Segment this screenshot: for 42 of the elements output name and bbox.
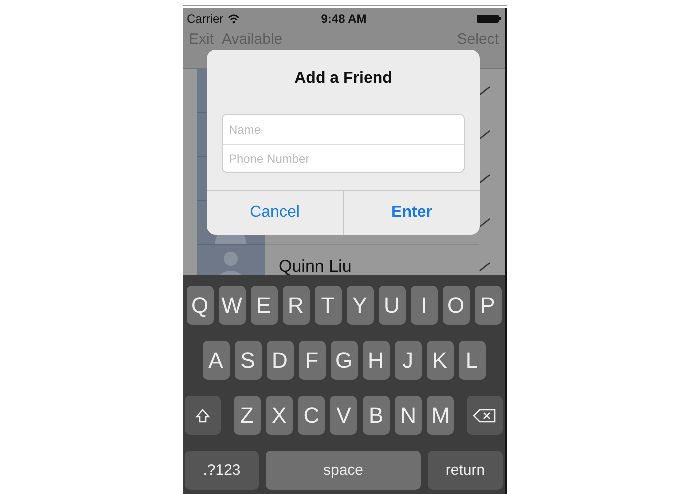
keyboard-key[interactable]: Y: [346, 286, 374, 325]
keyboard-key[interactable]: Z: [234, 396, 261, 435]
space-key[interactable]: space: [266, 451, 421, 490]
delete-key[interactable]: [466, 396, 503, 435]
cancel-button[interactable]: Cancel: [207, 191, 343, 235]
wifi-icon: [228, 14, 240, 24]
keyboard-key[interactable]: H: [362, 341, 390, 380]
keyboard-key[interactable]: F: [298, 341, 326, 380]
status-time: 9:48 AM: [321, 12, 367, 26]
shift-icon: [195, 408, 211, 424]
mode-key[interactable]: .?123: [185, 451, 259, 490]
backspace-icon: [472, 408, 497, 424]
enter-button[interactable]: Enter: [343, 191, 480, 235]
keyboard-key[interactable]: L: [458, 341, 486, 380]
keyboard-key[interactable]: W: [218, 286, 246, 325]
keyboard-key[interactable]: P: [474, 286, 502, 325]
shift-key[interactable]: [185, 396, 221, 435]
keyboard-key[interactable]: M: [427, 396, 454, 435]
keyboard-key[interactable]: G: [330, 341, 358, 380]
keyboard-key[interactable]: T: [314, 286, 342, 325]
dialog-title: Add a Friend: [294, 70, 392, 88]
keyboard-key[interactable]: I: [410, 286, 438, 325]
keyboard-key[interactable]: C: [298, 396, 326, 435]
input-field[interactable]: Name: [222, 114, 465, 144]
keyboard-key[interactable]: X: [266, 396, 293, 435]
return-key[interactable]: return: [428, 451, 503, 490]
keyboard-key[interactable]: V: [330, 396, 358, 435]
keyboard-key[interactable]: B: [362, 396, 390, 435]
keyboard-key[interactable]: E: [250, 286, 278, 325]
battery-icon: [477, 14, 502, 23]
keyboard-key[interactable]: Q: [186, 286, 214, 325]
keyboard-key[interactable]: J: [394, 341, 422, 380]
keyboard-key[interactable]: A: [202, 341, 230, 380]
keyboard-key[interactable]: N: [395, 396, 422, 435]
input-field[interactable]: Phone Number: [222, 144, 465, 173]
keyboard-key[interactable]: K: [426, 341, 454, 380]
keyboard-key[interactable]: S: [234, 341, 262, 380]
keyboard-key[interactable]: R: [282, 286, 310, 325]
keyboard-key[interactable]: O: [442, 286, 470, 325]
keyboard-key[interactable]: D: [266, 341, 294, 380]
carrier-label: Carrier: [187, 12, 224, 26]
keyboard-key[interactable]: U: [378, 286, 406, 325]
